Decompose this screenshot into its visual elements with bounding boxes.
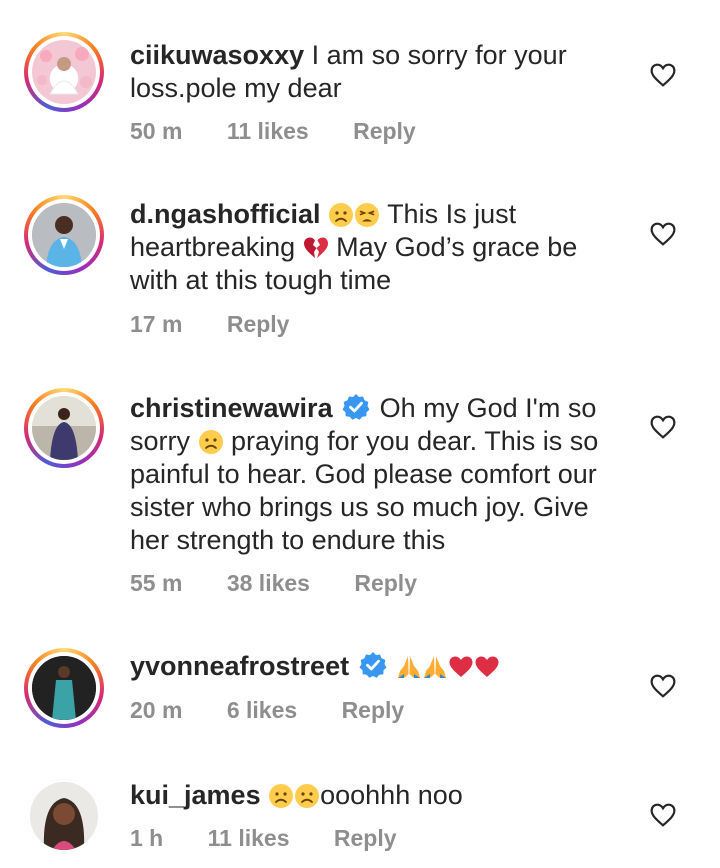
- comment-meta: 1 h 11 likes Reply: [130, 825, 435, 852]
- sad-face-emoji: [328, 202, 354, 228]
- comment-username[interactable]: yvonneafrostreet: [130, 651, 349, 681]
- comment-username[interactable]: christinewawira: [130, 393, 333, 423]
- sad-face-emoji: [268, 783, 294, 809]
- verified-badge-icon: [359, 651, 387, 679]
- comment-time: 17 m: [130, 311, 183, 337]
- folded-hands-emoji: [422, 654, 448, 680]
- reply-button[interactable]: Reply: [334, 825, 397, 851]
- avatar[interactable]: [24, 32, 104, 112]
- broken-heart-emoji: [303, 235, 329, 261]
- comment-username[interactable]: kui_james: [130, 780, 261, 810]
- comment-body: ciikuwasoxxy I am so sorry for your loss…: [130, 39, 630, 105]
- comment-likes[interactable]: 11 likes: [227, 118, 309, 144]
- comment-username[interactable]: d.ngashofficial: [130, 199, 321, 229]
- comment-time: 1 h: [130, 825, 164, 851]
- verified-badge-icon: [342, 393, 370, 421]
- reply-button[interactable]: Reply: [354, 570, 417, 596]
- comment-body: christinewawira Oh my God I'm so sorry p…: [130, 392, 630, 557]
- reply-button[interactable]: Reply: [342, 697, 405, 723]
- comment-body: yvonneafrostreet: [130, 650, 630, 683]
- comment-meta: 50 m 11 likes Reply: [130, 118, 454, 145]
- avatar[interactable]: [24, 195, 104, 275]
- like-heart-icon[interactable]: [650, 222, 676, 246]
- comment-meta: 17 m Reply: [130, 311, 327, 338]
- avatar-photo: [32, 396, 96, 460]
- like-heart-icon[interactable]: [650, 803, 676, 827]
- like-heart-icon[interactable]: [650, 674, 676, 698]
- comment-username[interactable]: ciikuwasoxxy: [130, 40, 304, 70]
- comment-meta: 55 m 38 likes Reply: [130, 570, 455, 597]
- comment-time: 20 m: [130, 697, 183, 723]
- avatar-photo: [32, 203, 96, 267]
- comment-body: kui_james ooohhh noo: [130, 779, 630, 812]
- comment-time: 55 m: [130, 570, 183, 596]
- sad-face-emoji: [198, 429, 224, 455]
- like-heart-icon[interactable]: [650, 415, 676, 439]
- sad-face-emoji: [294, 783, 320, 809]
- folded-hands-emoji: [396, 654, 422, 680]
- avatar[interactable]: [24, 388, 104, 468]
- comment-time: 50 m: [130, 118, 183, 144]
- comment-body: d.ngashofficial This Is just heartbreaki…: [130, 198, 630, 297]
- comment-text: ooohhh noo: [320, 780, 463, 810]
- comment-likes[interactable]: 38 likes: [227, 570, 310, 596]
- comment-likes[interactable]: 11 likes: [208, 825, 290, 851]
- avatar-photo: [32, 656, 96, 720]
- comment-likes[interactable]: 6 likes: [227, 697, 297, 723]
- reply-button[interactable]: Reply: [227, 311, 290, 337]
- reply-button[interactable]: Reply: [353, 118, 416, 144]
- avatar-photo: [30, 782, 98, 850]
- red-heart-emoji: [448, 654, 474, 680]
- avatar[interactable]: [24, 648, 104, 728]
- avatar-photo: [37, 47, 92, 95]
- avatar[interactable]: [24, 776, 104, 856]
- comment-meta: 20 m 6 likes Reply: [130, 697, 442, 724]
- like-heart-icon[interactable]: [650, 63, 676, 87]
- weary-face-emoji: [354, 202, 380, 228]
- red-heart-emoji: [474, 654, 500, 680]
